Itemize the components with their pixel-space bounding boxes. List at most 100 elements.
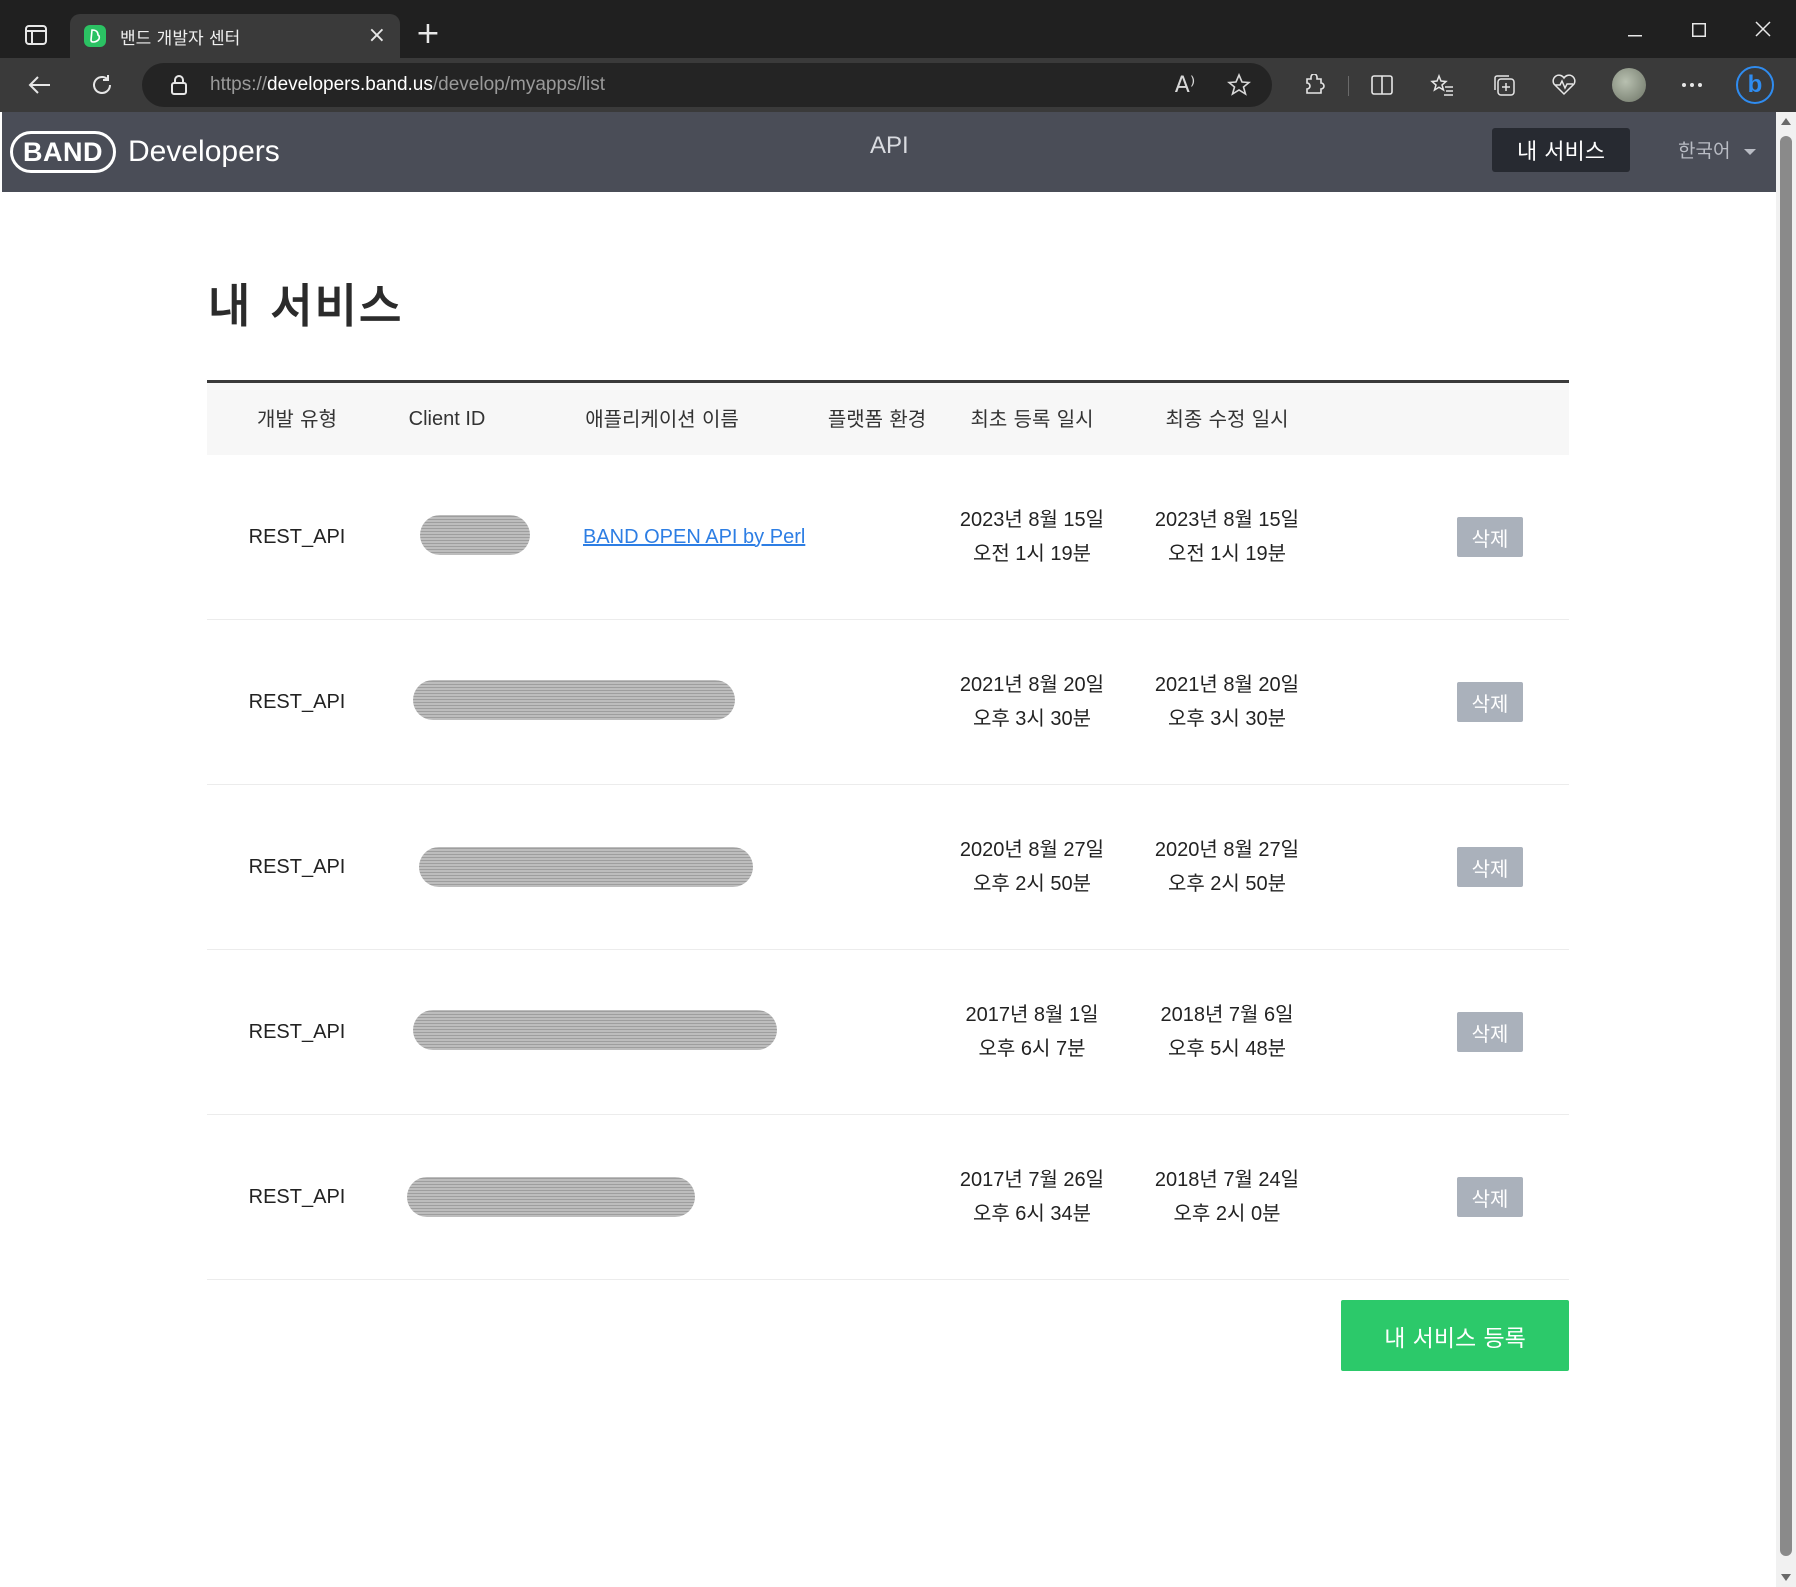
- language-selector[interactable]: 한국어: [1678, 136, 1757, 163]
- profile-avatar[interactable]: [1612, 68, 1646, 102]
- address-bar[interactable]: https://developers.band.us/develop/myapp…: [142, 63, 1272, 107]
- header-client-id: Client ID: [408, 408, 486, 430]
- header-dev-type: 개발 유형: [257, 407, 337, 431]
- modified-date: 2023년 8월 15일: [1154, 509, 1300, 531]
- dev-type-cell: REST_API: [248, 1020, 346, 1043]
- created-date: 2021년 8월 20일: [959, 674, 1105, 696]
- table-row: REST_API 2020년 8월 27일 오후 2시 50분 2020년 8월…: [207, 785, 1569, 950]
- nav-my-services-button[interactable]: 내 서비스: [1492, 128, 1630, 172]
- page-scrollbar[interactable]: [1776, 112, 1796, 1587]
- table-row: REST_API BAND OPEN API by Perl 2023년 8월 …: [207, 455, 1569, 620]
- created-time: 오후 6시 34분: [972, 1203, 1092, 1225]
- delete-button[interactable]: 삭제: [1457, 517, 1523, 557]
- favorite-star-icon[interactable]: [1224, 70, 1254, 100]
- browser-tab[interactable]: 밴드 개발자 센터 ×: [70, 14, 400, 58]
- created-time: 오후 3시 30분: [972, 708, 1092, 730]
- created-date: 2020년 8월 27일: [959, 839, 1105, 861]
- created-cell: 2020년 8월 27일 오후 2시 50분: [952, 785, 1112, 949]
- more-options-icon[interactable]: [1672, 65, 1712, 105]
- header-platform: 플랫폼 환경: [827, 407, 927, 431]
- redacted-client-id: [407, 1177, 695, 1217]
- modified-time: 오후 3시 30분: [1167, 708, 1287, 730]
- lock-icon[interactable]: [168, 74, 190, 96]
- extensions-icon[interactable]: [1294, 65, 1334, 105]
- dev-type-cell: REST_API: [248, 525, 346, 548]
- delete-button[interactable]: 삭제: [1457, 1177, 1523, 1217]
- created-time: 오후 6시 7분: [978, 1038, 1086, 1060]
- created-cell: 2017년 7월 26일 오후 6시 34분: [952, 1115, 1112, 1279]
- created-date: 2023년 8월 15일: [959, 509, 1105, 531]
- dev-type-cell: REST_API: [248, 855, 346, 878]
- refresh-icon[interactable]: [82, 65, 122, 105]
- table-row: REST_API 2021년 8월 20일 오후 3시 30분 2021년 8월…: [207, 620, 1569, 785]
- browser-toolbar: https://developers.band.us/develop/myapp…: [0, 58, 1796, 112]
- redacted-client-id: [419, 847, 753, 887]
- modified-time: 오전 1시 19분: [1167, 543, 1287, 565]
- maximize-icon[interactable]: [1674, 10, 1724, 50]
- url-text[interactable]: https://developers.band.us/develop/myapp…: [210, 63, 605, 107]
- modified-time: 오후 2시 0분: [1173, 1203, 1281, 1225]
- split-screen-icon[interactable]: [1362, 65, 1402, 105]
- dev-type-cell: REST_API: [248, 1185, 346, 1208]
- header-modified: 최종 수정 일시: [1165, 407, 1289, 431]
- register-service-button[interactable]: 내 서비스 등록: [1341, 1300, 1569, 1371]
- favorites-icon[interactable]: [1422, 65, 1462, 105]
- modified-cell: 2018년 7월 24일 오후 2시 0분: [1147, 1115, 1307, 1279]
- modified-cell: 2021년 8월 20일 오후 3시 30분: [1147, 620, 1307, 784]
- header-app-name: 애플리케이션 이름: [585, 407, 739, 431]
- back-icon[interactable]: [20, 65, 60, 105]
- created-cell: 2023년 8월 15일 오전 1시 19분: [952, 455, 1112, 619]
- nav-api-link[interactable]: API: [870, 132, 909, 160]
- dev-type-cell: REST_API: [248, 690, 346, 713]
- read-aloud-icon[interactable]: A⁾: [1170, 70, 1200, 100]
- band-developers-logo[interactable]: BAND Developers: [10, 131, 280, 173]
- minimize-icon[interactable]: [1610, 10, 1660, 50]
- table-row: REST_API 2017년 7월 26일 오후 6시 34분 2018년 7월…: [207, 1115, 1569, 1280]
- redacted-client-id: [420, 515, 530, 555]
- modified-cell: 2023년 8월 15일 오전 1시 19분: [1147, 455, 1307, 619]
- modified-date: 2018년 7월 24일: [1154, 1169, 1300, 1191]
- delete-button[interactable]: 삭제: [1457, 847, 1523, 887]
- close-window-icon[interactable]: [1738, 10, 1788, 50]
- created-cell: 2017년 8월 1일 오후 6시 7분: [952, 950, 1112, 1114]
- browser-titlebar: 밴드 개발자 센터 × +: [0, 0, 1796, 58]
- created-cell: 2021년 8월 20일 오후 3시 30분: [952, 620, 1112, 784]
- tab-actions-icon[interactable]: [18, 17, 54, 53]
- bing-copilot-icon[interactable]: b: [1736, 66, 1774, 104]
- table-header: 개발 유형 Client ID 애플리케이션 이름 플랫폼 환경 최초 등록 일…: [207, 380, 1569, 455]
- tab-close-icon[interactable]: ×: [368, 25, 386, 47]
- collections-icon[interactable]: [1484, 65, 1524, 105]
- caret-down-icon: [1744, 148, 1757, 155]
- created-date: 2017년 8월 1일: [965, 1004, 1099, 1026]
- page-title: 내 서비스: [208, 279, 404, 333]
- table-row: REST_API 2017년 8월 1일 오후 6시 7분 2018년 7월 6…: [207, 950, 1569, 1115]
- logo-band: BAND: [10, 131, 116, 173]
- site-header: BAND Developers API 내 서비스 한국어: [2, 112, 1776, 192]
- modified-time: 오후 5시 48분: [1167, 1038, 1287, 1060]
- services-table: 개발 유형 Client ID 애플리케이션 이름 플랫폼 환경 최초 등록 일…: [207, 380, 1569, 1280]
- logo-developers: Developers: [128, 135, 280, 168]
- modified-cell: 2018년 7월 6일 오후 5시 48분: [1147, 950, 1307, 1114]
- new-tab-icon[interactable]: +: [410, 16, 446, 52]
- browser-essentials-icon[interactable]: [1544, 65, 1584, 105]
- scroll-down-icon[interactable]: [1781, 1574, 1791, 1581]
- scrollbar-thumb[interactable]: [1780, 136, 1792, 1556]
- delete-button[interactable]: 삭제: [1457, 1012, 1523, 1052]
- scroll-up-icon[interactable]: [1781, 118, 1791, 125]
- created-date: 2017년 7월 26일: [959, 1169, 1105, 1191]
- tab-title: 밴드 개발자 센터: [120, 28, 241, 49]
- band-favicon-icon: [84, 25, 106, 47]
- language-label: 한국어: [1678, 140, 1731, 162]
- app-name-link[interactable]: BAND OPEN API by Perl: [583, 526, 805, 549]
- modified-date: 2020년 8월 27일: [1154, 839, 1300, 861]
- modified-date: 2021년 8월 20일: [1154, 674, 1300, 696]
- created-time: 오전 1시 19분: [972, 543, 1092, 565]
- modified-date: 2018년 7월 6일: [1160, 1004, 1294, 1026]
- modified-cell: 2020년 8월 27일 오후 2시 50분: [1147, 785, 1307, 949]
- redacted-client-id: [413, 1010, 777, 1050]
- redacted-client-id: [413, 680, 735, 720]
- toolbar-separator: [1348, 76, 1349, 96]
- modified-time: 오후 2시 50분: [1167, 873, 1287, 895]
- created-time: 오후 2시 50분: [972, 873, 1092, 895]
- delete-button[interactable]: 삭제: [1457, 682, 1523, 722]
